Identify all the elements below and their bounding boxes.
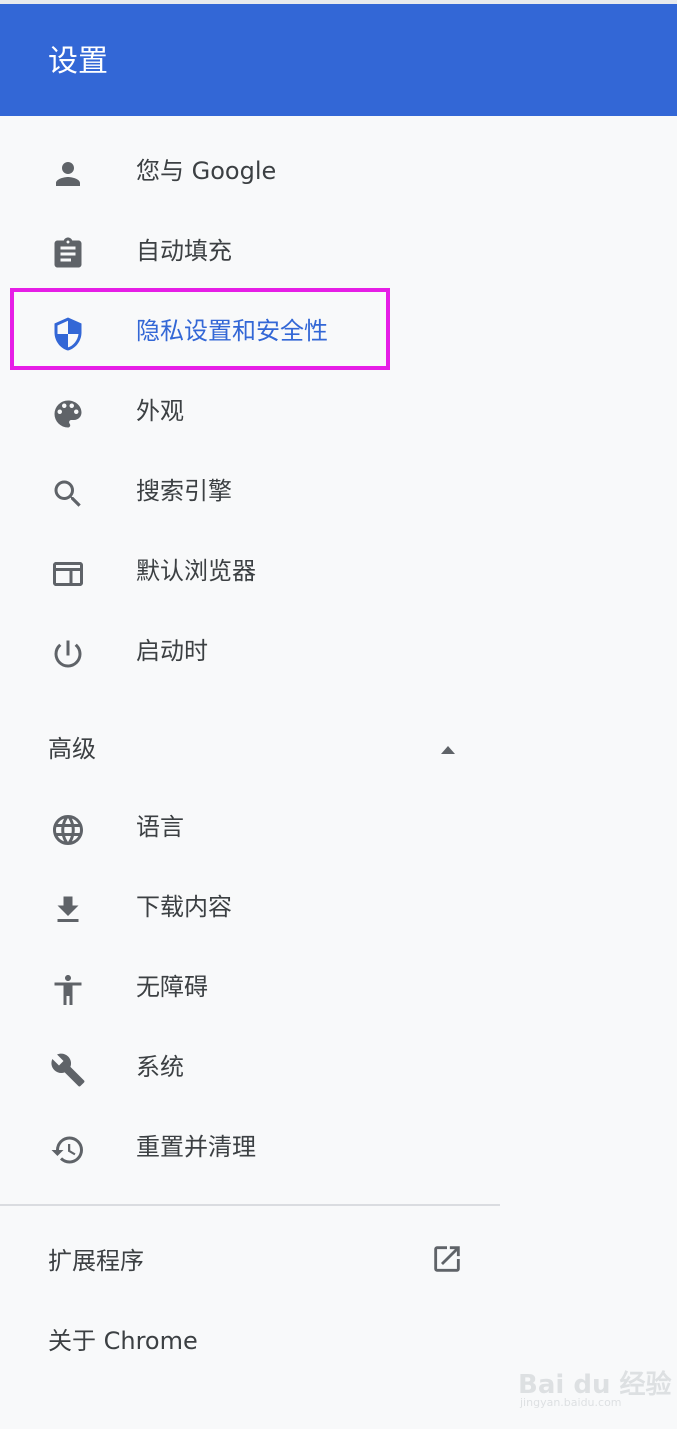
highlight-box: [10, 288, 390, 370]
browser-icon: [48, 554, 88, 594]
sidebar-item-on-startup[interactable]: 启动时: [0, 612, 500, 692]
sidebar-item-label: 重置并清理: [136, 1133, 256, 1161]
watermark-logo: Bai du 经验 jingyan.baidu.com: [518, 1356, 672, 1416]
accessibility-icon: [48, 970, 88, 1010]
divider: [0, 1204, 500, 1206]
sidebar-item-accessibility[interactable]: 无障碍: [0, 948, 500, 1028]
sidebar-item-label: 搜索引擎: [136, 477, 232, 505]
download-icon: [48, 890, 88, 930]
search-icon: [48, 474, 88, 514]
settings-header: 设置: [0, 4, 677, 116]
palette-icon: [48, 394, 88, 434]
advanced-label: 高级: [48, 735, 96, 763]
sidebar-item-label: 默认浏览器: [136, 557, 256, 585]
sidebar-item-reset-cleanup[interactable]: 重置并清理: [0, 1108, 500, 1188]
watermark-url: jingyan.baidu.com: [520, 1396, 622, 1409]
sidebar-item-label: 外观: [136, 397, 184, 425]
page-title: 设置: [48, 44, 108, 79]
settings-page: 设置 您与 Google 自动填充 隐私设置和安全性 外观 搜索引擎 默认浏览器…: [0, 0, 677, 1429]
sidebar-item-label: 无障碍: [136, 973, 208, 1001]
sidebar-item-system[interactable]: 系统: [0, 1028, 500, 1108]
person-icon: [48, 154, 88, 194]
sidebar-item-label: 启动时: [136, 637, 208, 665]
globe-icon: [48, 810, 88, 850]
sidebar-item-label: 语言: [136, 813, 184, 841]
sidebar-item-label: 自动填充: [136, 237, 232, 265]
about-chrome-label: 关于 Chrome: [48, 1327, 198, 1355]
sidebar-item-default-browser[interactable]: 默认浏览器: [0, 532, 500, 612]
about-chrome-link[interactable]: 关于 Chrome: [0, 1304, 500, 1378]
sidebar-item-search-engine[interactable]: 搜索引擎: [0, 452, 500, 532]
sidebar-item-you-and-google[interactable]: 您与 Google: [0, 132, 500, 212]
sidebar-item-downloads[interactable]: 下载内容: [0, 868, 500, 948]
sidebar-item-appearance[interactable]: 外观: [0, 372, 500, 452]
extensions-link[interactable]: 扩展程序: [0, 1224, 500, 1298]
sidebar-item-languages[interactable]: 语言: [0, 788, 500, 868]
wrench-icon: [48, 1050, 88, 1090]
sidebar-item-label: 系统: [136, 1053, 184, 1081]
power-icon: [48, 634, 88, 674]
clipboard-icon: [48, 234, 88, 274]
restore-icon: [48, 1130, 88, 1170]
sidebar-item-label: 下载内容: [136, 893, 232, 921]
sidebar-item-autofill[interactable]: 自动填充: [0, 212, 500, 292]
advanced-section-toggle[interactable]: 高级: [0, 716, 500, 782]
caret-up-icon: [438, 740, 458, 760]
extensions-label: 扩展程序: [48, 1247, 144, 1275]
open-in-new-icon: [430, 1242, 466, 1278]
sidebar-item-label: 您与 Google: [136, 157, 277, 185]
